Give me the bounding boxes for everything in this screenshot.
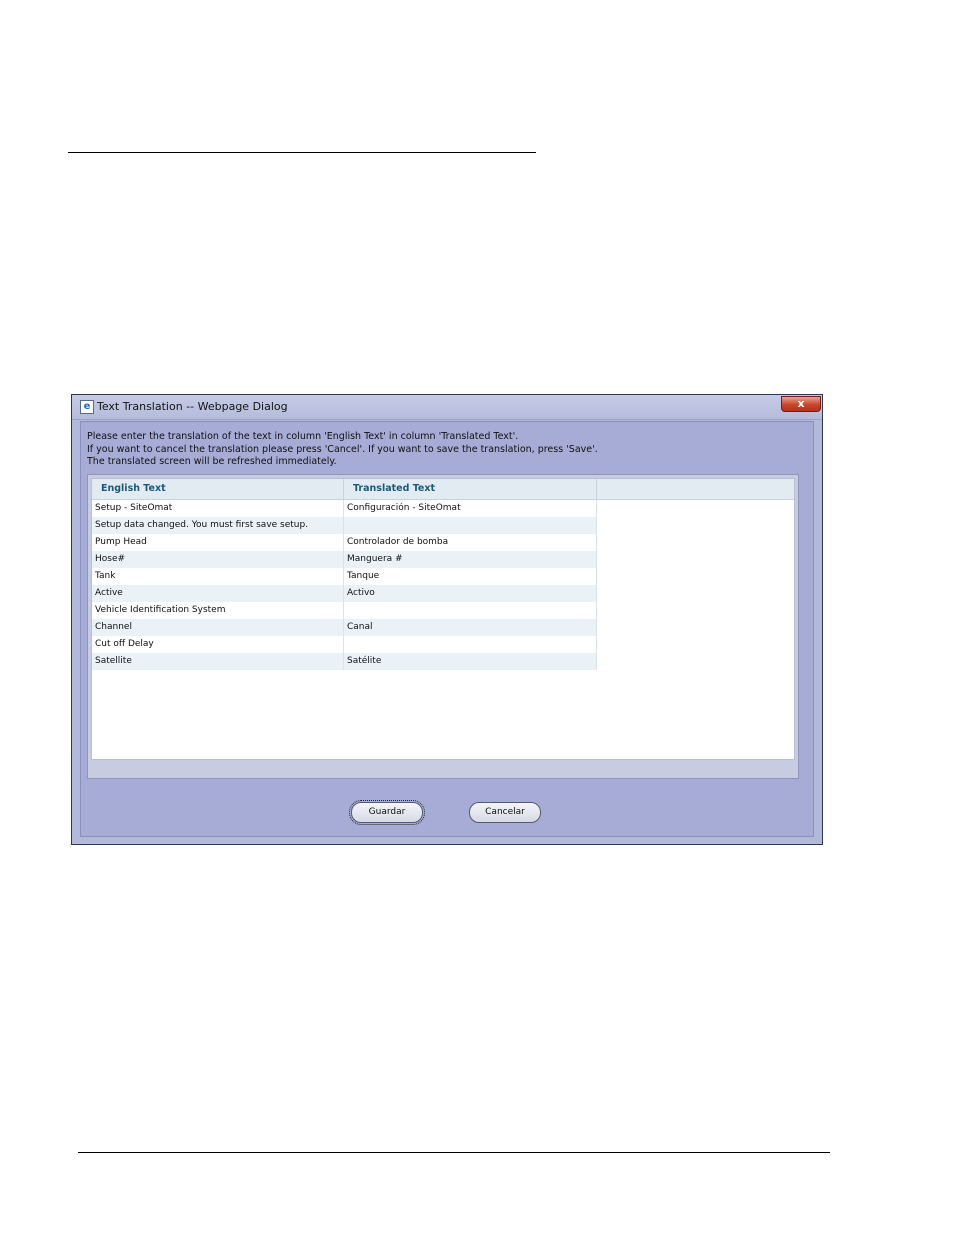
table-row[interactable]: Cut off Delay [92, 636, 597, 653]
translation-grid[interactable]: English Text Translated Text Setup - Sit… [91, 478, 795, 760]
table-row[interactable]: Channel Canal [92, 619, 597, 636]
translated-text-cell[interactable]: Activo [344, 585, 597, 602]
table-row[interactable]: Vehicle Identification System [92, 602, 597, 619]
cancel-button[interactable]: Cancelar [469, 802, 541, 823]
page-rule-bottom [78, 1152, 830, 1153]
table-row[interactable]: Tank Tanque [92, 568, 597, 585]
table-row[interactable]: Setup - SiteOmat Configuración - SiteOma… [92, 500, 597, 517]
ie-page-icon: e [80, 400, 94, 414]
translated-text-cell[interactable] [344, 517, 597, 534]
close-button[interactable]: x [781, 396, 821, 412]
translated-text-cell[interactable]: Manguera # [344, 551, 597, 568]
english-text-cell: Setup - SiteOmat [92, 500, 344, 517]
english-text-cell: Satellite [92, 653, 344, 670]
translated-text-cell[interactable]: Controlador de bomba [344, 534, 597, 551]
translated-text-cell[interactable]: Tanque [344, 568, 597, 585]
instruction-line: Please enter the translation of the text… [87, 431, 519, 442]
table-row[interactable]: Setup data changed. You must first save … [92, 517, 597, 534]
translation-grid-frame: English Text Translated Text Setup - Sit… [87, 474, 799, 779]
english-text-cell: Pump Head [92, 534, 344, 551]
table-row[interactable]: Hose# Manguera # [92, 551, 597, 568]
english-text-cell: Hose# [92, 551, 344, 568]
column-header-translated-text[interactable]: Translated Text [344, 479, 597, 499]
table-row[interactable]: Pump Head Controlador de bomba [92, 534, 597, 551]
table-row[interactable]: Satellite Satélite [92, 653, 597, 670]
dialog-content: Please enter the translation of the text… [80, 421, 814, 837]
translated-text-cell[interactable]: Canal [344, 619, 597, 636]
text-translation-dialog: e Text Translation -- Webpage Dialog x P… [71, 394, 823, 845]
english-text-cell: Channel [92, 619, 344, 636]
translated-text-cell[interactable] [344, 602, 597, 619]
translated-text-cell[interactable]: Configuración - SiteOmat [344, 500, 597, 517]
save-button[interactable]: Guardar [349, 800, 425, 825]
instructions-text: Please enter the translation of the text… [87, 431, 598, 469]
instruction-line: The translated screen will be refreshed … [87, 456, 337, 467]
english-text-cell: Cut off Delay [92, 636, 344, 653]
translated-text-cell[interactable] [344, 636, 597, 653]
page-rule-top [68, 152, 536, 153]
english-text-cell: Vehicle Identification System [92, 602, 344, 619]
column-header-english-text[interactable]: English Text [92, 479, 344, 499]
grid-header: English Text Translated Text [92, 479, 794, 500]
table-row[interactable]: Active Activo [92, 585, 597, 602]
dialog-title: Text Translation -- Webpage Dialog [97, 400, 288, 413]
english-text-cell: Setup data changed. You must first save … [92, 517, 344, 534]
dialog-titlebar[interactable]: e Text Translation -- Webpage Dialog x [72, 395, 822, 420]
grid-rows: Setup - SiteOmat Configuración - SiteOma… [92, 500, 597, 670]
instruction-line: If you want to cancel the translation pl… [87, 443, 598, 455]
english-text-cell: Tank [92, 568, 344, 585]
english-text-cell: Active [92, 585, 344, 602]
translated-text-cell[interactable]: Satélite [344, 653, 597, 670]
